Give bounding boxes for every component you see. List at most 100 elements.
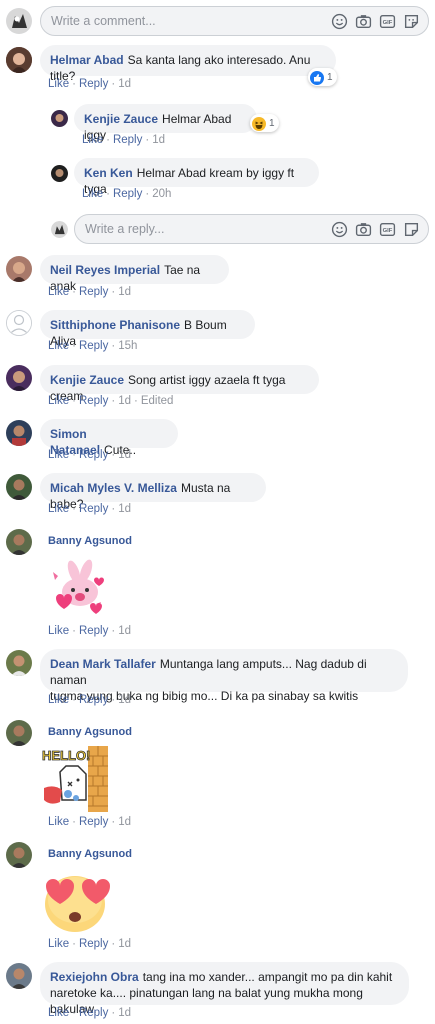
emoji-icon[interactable] bbox=[331, 221, 348, 238]
avatar[interactable] bbox=[51, 165, 68, 182]
comment-actions: Like · Reply · 1d bbox=[48, 503, 131, 515]
avatar[interactable] bbox=[6, 474, 32, 500]
camera-icon[interactable] bbox=[355, 13, 372, 30]
timestamp[interactable]: 1d bbox=[118, 1007, 131, 1019]
timestamp[interactable]: 1d bbox=[118, 395, 131, 407]
gif-icon[interactable]: GIF bbox=[379, 13, 396, 30]
commenter-name[interactable]: Dean Mark Tallafer bbox=[50, 657, 156, 671]
avatar[interactable] bbox=[6, 842, 32, 868]
edited-label[interactable]: Edited bbox=[141, 395, 174, 407]
timestamp[interactable]: 1d bbox=[118, 625, 131, 637]
bunny-sticker[interactable] bbox=[50, 558, 108, 618]
separator: · bbox=[111, 78, 116, 90]
comment-actions: Like · Reply · 1d bbox=[48, 625, 131, 637]
reply-link[interactable]: Reply bbox=[113, 134, 142, 146]
sticker-icon[interactable] bbox=[403, 13, 420, 30]
like-link[interactable]: Like bbox=[48, 1007, 69, 1019]
timestamp[interactable]: 1d bbox=[118, 286, 131, 298]
like-link[interactable]: Like bbox=[48, 694, 69, 706]
like-link[interactable]: Like bbox=[48, 816, 69, 828]
reply-link[interactable]: Reply bbox=[79, 78, 108, 90]
avatar[interactable] bbox=[51, 110, 68, 127]
timestamp[interactable]: 20h bbox=[152, 188, 171, 200]
comment-actions: Like · Reply · 1d bbox=[48, 78, 131, 90]
commenter-name[interactable]: Ken Ken bbox=[84, 166, 133, 180]
commenter-name[interactable]: Sitthiphone Phanisone bbox=[50, 318, 180, 332]
like-link[interactable]: Like bbox=[48, 340, 69, 352]
separator: · bbox=[111, 694, 116, 706]
separator: · bbox=[145, 134, 150, 146]
timestamp[interactable]: 1d bbox=[118, 694, 131, 706]
commenter-name[interactable]: Kenjie Zauce bbox=[84, 112, 158, 126]
avatar[interactable] bbox=[6, 256, 32, 282]
comment-actions: Like · Reply · 1d bbox=[48, 694, 131, 706]
reply-input-box[interactable]: GIF bbox=[74, 214, 429, 244]
like-link[interactable]: Like bbox=[48, 625, 69, 637]
haha-reaction-icon bbox=[252, 116, 266, 131]
commenter-name[interactable]: Banny Agsunod bbox=[48, 848, 132, 860]
gif-icon[interactable]: GIF bbox=[379, 221, 396, 238]
like-link[interactable]: Like bbox=[82, 134, 103, 146]
timestamp[interactable]: 15h bbox=[118, 340, 137, 352]
reaction-count[interactable]: 1 bbox=[250, 114, 279, 132]
reply-link[interactable]: Reply bbox=[79, 625, 108, 637]
commenter-name[interactable]: Banny Agsunod bbox=[48, 535, 132, 547]
hello-sticker[interactable]: HELLO! bbox=[40, 744, 112, 814]
camera-icon[interactable] bbox=[355, 221, 372, 238]
avatar[interactable] bbox=[6, 310, 32, 336]
commenter-name[interactable]: Helmar Abad bbox=[50, 53, 124, 67]
reply-link[interactable]: Reply bbox=[79, 1007, 108, 1019]
like-link[interactable]: Like bbox=[82, 188, 103, 200]
commenter-name[interactable]: Neil Reyes Imperial bbox=[50, 263, 160, 277]
reply-link[interactable]: Reply bbox=[79, 286, 108, 298]
comment-actions: Like · Reply · 1d bbox=[48, 938, 131, 950]
like-link[interactable]: Like bbox=[48, 395, 69, 407]
reply-link[interactable]: Reply bbox=[79, 503, 108, 515]
timestamp[interactable]: 1d bbox=[118, 503, 131, 515]
avatar[interactable] bbox=[6, 420, 32, 446]
avatar[interactable] bbox=[6, 47, 32, 73]
like-link[interactable]: Like bbox=[48, 938, 69, 950]
reply-link[interactable]: Reply bbox=[79, 938, 108, 950]
reaction-count[interactable]: 1 bbox=[308, 68, 337, 86]
avatar[interactable] bbox=[6, 720, 32, 746]
comment-actions: Like · Reply · 1d bbox=[48, 286, 131, 298]
reply-link[interactable]: Reply bbox=[79, 395, 108, 407]
comment-actions: Like · Reply · 20h bbox=[82, 188, 171, 200]
like-link[interactable]: Like bbox=[48, 503, 69, 515]
avatar[interactable] bbox=[6, 650, 32, 676]
commenter-name[interactable]: Rexiejohn Obra bbox=[50, 970, 139, 984]
comment-input[interactable] bbox=[51, 14, 271, 28]
reply-link[interactable]: Reply bbox=[113, 188, 142, 200]
separator: · bbox=[72, 1007, 76, 1019]
reply-link[interactable]: Reply bbox=[79, 694, 108, 706]
timestamp[interactable]: 1d bbox=[118, 938, 131, 950]
reply-link[interactable]: Reply bbox=[79, 340, 108, 352]
timestamp[interactable]: 1d bbox=[152, 134, 165, 146]
reply-link[interactable]: Reply bbox=[79, 449, 108, 461]
like-link[interactable]: Like bbox=[48, 286, 69, 298]
commenter-name[interactable]: Kenjie Zauce bbox=[50, 373, 124, 387]
separator: · bbox=[72, 78, 76, 90]
timestamp[interactable]: 1d bbox=[118, 78, 131, 90]
comment-input-box[interactable]: GIF bbox=[40, 6, 429, 36]
like-link[interactable]: Like bbox=[48, 449, 69, 461]
commenter-name[interactable]: Banny Agsunod bbox=[48, 726, 132, 738]
heart-eyes-emoji[interactable] bbox=[40, 870, 112, 934]
svg-text:GIF: GIF bbox=[383, 20, 393, 26]
emoji-icon[interactable] bbox=[331, 13, 348, 30]
avatar[interactable] bbox=[6, 963, 32, 989]
avatar[interactable] bbox=[6, 365, 32, 391]
timestamp[interactable]: 1d bbox=[118, 816, 131, 828]
reply-link[interactable]: Reply bbox=[79, 816, 108, 828]
reaction-number: 1 bbox=[327, 72, 333, 83]
reaction-number: 1 bbox=[269, 118, 275, 129]
comment-actions: Like · Reply · 1d · Edited bbox=[48, 395, 173, 407]
sticker-icon[interactable] bbox=[403, 221, 420, 238]
commenter-name[interactable]: Micah Myles V. Melliza bbox=[50, 481, 177, 495]
reply-input[interactable] bbox=[85, 222, 305, 236]
separator: · bbox=[72, 938, 76, 950]
like-link[interactable]: Like bbox=[48, 78, 69, 90]
avatar[interactable] bbox=[6, 529, 32, 555]
timestamp[interactable]: 1d bbox=[118, 449, 131, 461]
